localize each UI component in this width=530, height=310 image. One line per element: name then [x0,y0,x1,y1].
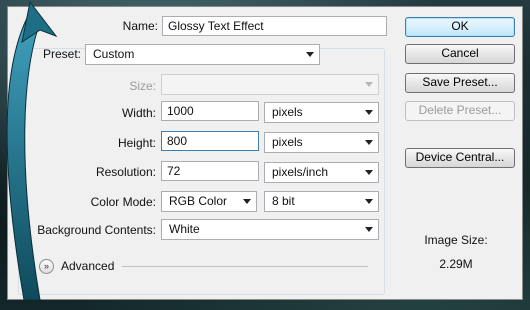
annotation-arrow-icon [6,0,58,301]
